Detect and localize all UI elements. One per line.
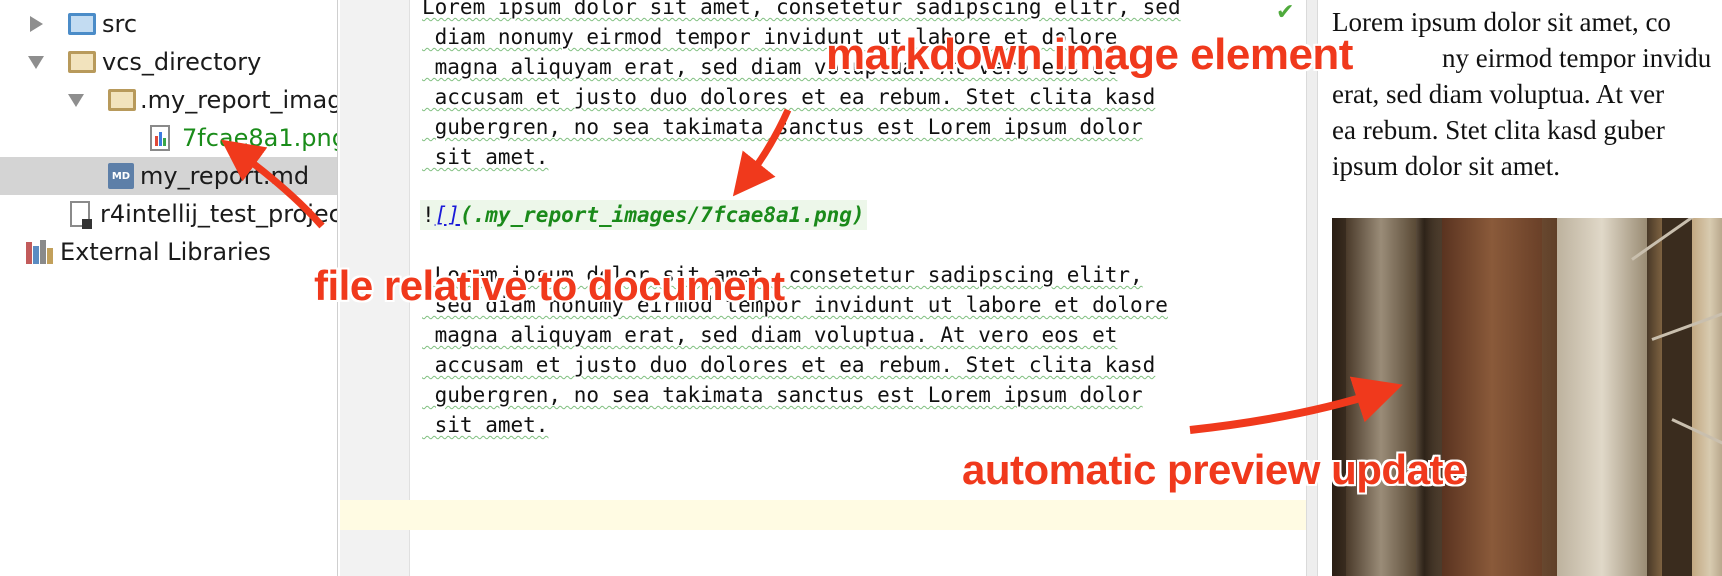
image-bang: ! — [422, 203, 435, 227]
code-line: magna aliquyam erat, sed diam voluptua. … — [422, 323, 1118, 347]
annotation-markdown-image: markdown image element — [826, 30, 1353, 79]
tree-item-label: my_report.md — [140, 162, 310, 190]
tree-item-my-report-images[interactable]: .my_report_images — [0, 81, 337, 119]
tree-item-label: vcs_directory — [102, 48, 262, 76]
tree-item-label: External Libraries — [60, 238, 271, 266]
code-line: sit amet. — [422, 145, 549, 169]
tree-item-label: .my_report_images — [140, 86, 337, 114]
annotation-file-relative: file relative to document — [314, 262, 785, 309]
current-line-gutter — [340, 500, 410, 530]
image-alt-text[interactable]: [] — [435, 203, 460, 227]
code-line: Lorem ipsum dolor sit amet, consetetur s… — [422, 0, 1181, 19]
chevron-down-icon[interactable] — [68, 93, 84, 107]
tree-item-label: r4intellij_test_project.iml — [100, 200, 337, 228]
preview-line: Lorem ipsum dolor sit amet, co — [1332, 7, 1671, 37]
chevron-down-icon[interactable] — [28, 55, 44, 69]
folder-icon — [68, 13, 96, 35]
markdown-file-icon: MD — [108, 163, 134, 189]
image-path[interactable]: (.my_report_images/7fcae8a1.png) — [460, 203, 865, 227]
check-icon: ✔ — [1276, 0, 1295, 25]
library-icon — [26, 240, 54, 264]
code-line: gubergren, no sea takimata sanctus est L… — [422, 115, 1143, 139]
annotation-auto-preview: automatic preview update — [962, 446, 1466, 493]
module-file-icon — [70, 201, 92, 229]
tree-item-iml-file[interactable]: r4intellij_test_project.iml — [0, 195, 337, 233]
preview-paragraph: Lorem ipsum dolor sit amet, co ny eirmod… — [1332, 4, 1722, 184]
tree-item-label: 7fcae8a1.png — [182, 124, 338, 152]
preview-line: erat, sed diam voluptua. At ver — [1332, 79, 1665, 109]
code-line: gubergren, no sea takimata sanctus est L… — [422, 383, 1143, 407]
tree-item-vcs-directory[interactable]: vcs_directory — [0, 43, 337, 81]
preview-line: ea rebum. Stet clita kasd guber — [1332, 115, 1665, 145]
tree-item-external-libraries[interactable]: External Libraries — [0, 233, 337, 271]
chevron-right-icon[interactable] — [30, 16, 43, 32]
current-line-highlight — [410, 500, 1306, 530]
markdown-image-element[interactable]: ![](.my_report_images/7fcae8a1.png) — [420, 200, 867, 230]
project-tree: src vcs_directory .my_report_images 7fca… — [0, 0, 338, 576]
folder-icon — [108, 89, 136, 111]
code-line: accusam et justo duo dolores et ea rebum… — [422, 85, 1156, 109]
code-line: accusam et justo duo dolores et ea rebum… — [422, 353, 1156, 377]
preview-image — [1332, 218, 1722, 576]
tree-item-src[interactable]: src — [0, 5, 337, 43]
preview-line: ny eirmod tempor invidu — [1442, 43, 1712, 73]
image-file-icon — [150, 125, 170, 151]
tree-item-my-report-md[interactable]: MD my_report.md — [0, 157, 337, 195]
tree-item-png-file[interactable]: 7fcae8a1.png — [0, 119, 338, 157]
folder-icon — [68, 51, 96, 73]
code-line: sit amet. — [422, 413, 549, 437]
tree-item-label: src — [102, 10, 138, 38]
preview-line: ipsum dolor sit amet. — [1332, 151, 1560, 181]
